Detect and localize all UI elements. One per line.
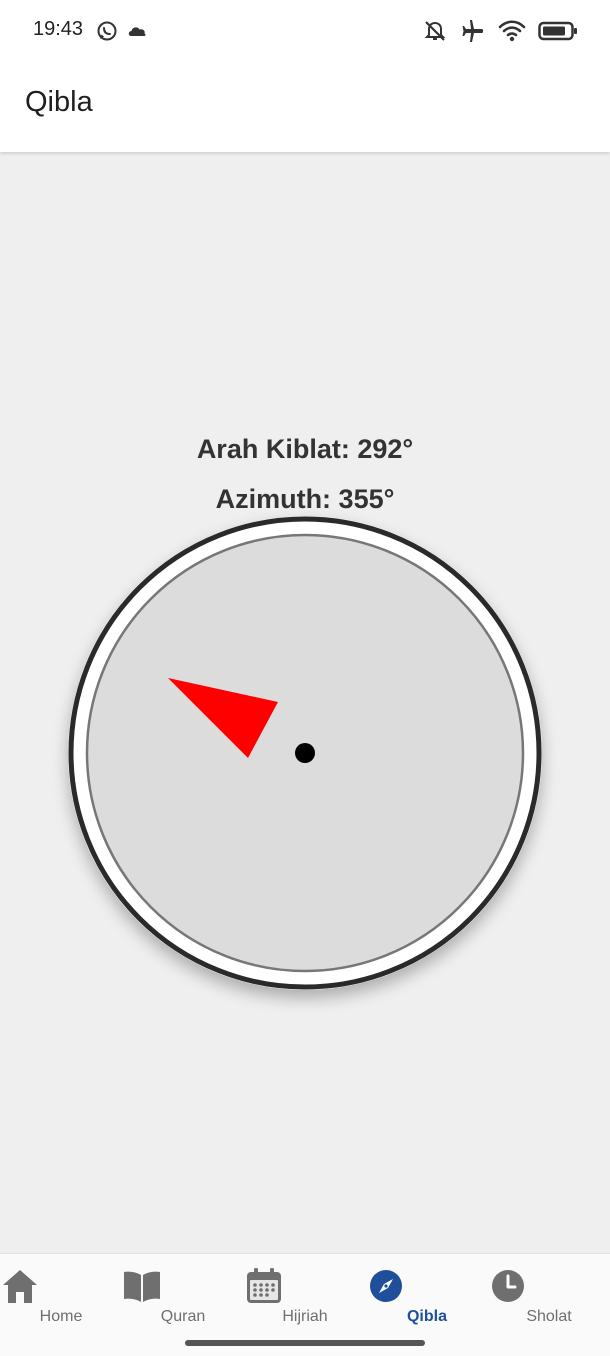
calendar-icon [244,1266,366,1306]
nav-label-sholat: Sholat [526,1308,572,1325]
nav-label-quran: Quran [160,1308,206,1325]
cloud-icon [126,20,148,42]
wifi-icon [498,18,526,44]
nav-item-hijriah[interactable]: Hijriah [244,1266,366,1336]
book-icon [122,1266,244,1306]
nav-label-hijriah: Hijriah [282,1308,328,1325]
compass-center-dot [295,743,315,763]
nav-item-qibla[interactable]: Qibla [366,1266,488,1336]
nav-item-sholat[interactable]: Sholat [488,1266,610,1336]
mute-icon [422,18,448,44]
clock-icon [488,1266,610,1306]
app-bar: Qibla [0,60,610,152]
battery-icon [538,20,578,42]
nav-item-home[interactable]: Home [0,1266,122,1336]
compass-icon [366,1266,488,1306]
home-indicator [185,1340,425,1346]
qibla-screen: Arah Kiblat: 292° Azimuth: 355° [0,152,610,1252]
nav-item-quran[interactable]: Quran [122,1266,244,1336]
status-time: 19:43 [33,18,84,40]
home-icon [0,1266,122,1306]
whatsapp-icon [96,20,118,42]
nav-label-home: Home [39,1308,83,1325]
qibla-compass [68,516,542,990]
nav-label-qibla: Qibla [406,1308,447,1325]
status-bar: 19:43 [0,0,610,60]
compass-dial [68,516,542,990]
page-title: Qibla [25,86,93,118]
azimuth-text: Azimuth: 355° [215,484,395,514]
airplane-icon [460,18,486,44]
qibla-direction-text: Arah Kiblat: 292° [196,434,414,464]
